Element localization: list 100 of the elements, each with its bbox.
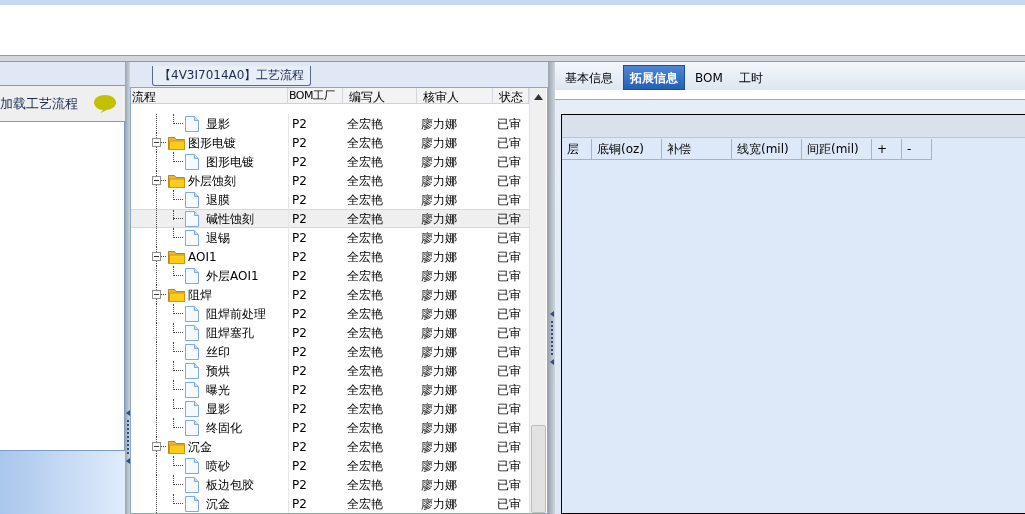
table-cell-text: 全宏艳 [346, 191, 384, 209]
table-cell-text: P2 [291, 495, 308, 513]
table-cell-text: P2 [291, 419, 308, 437]
table-cell-text: 全宏艳 [346, 229, 384, 247]
table-cell-text: P2 [291, 210, 308, 228]
tree-row[interactable]: 曝光 P2 全宏艳 廖力娜 已审 [131, 380, 529, 399]
table-cell-text: 廖力娜 [420, 210, 458, 228]
tree-row[interactable]: 沉金 P2 全宏艳 廖力娜 已审 [131, 494, 529, 513]
tree-row[interactable]: AOI1 P2 全宏艳 廖力娜 已审 [131, 247, 529, 266]
tree-row[interactable]: 板边包胶 P2 全宏艳 廖力娜 已审 [131, 475, 529, 494]
column-header[interactable]: 间距(mil) [802, 139, 872, 160]
table-cell-text: 全宏艳 [346, 362, 384, 380]
step-name: 显影 [206, 400, 230, 418]
tree-row[interactable]: 阻焊 P2 全宏艳 廖力娜 已审 [131, 285, 529, 304]
step-name: 外层蚀刻 [188, 172, 236, 190]
table-cell-text: 廖力娜 [420, 457, 458, 475]
column-header[interactable]: 底铜(oz) [592, 139, 662, 160]
tree-row[interactable]: 预烘 P2 全宏艳 廖力娜 已审 [131, 361, 529, 380]
tree-row[interactable]: 退锡 P2 全宏艳 廖力娜 已审 [131, 228, 529, 247]
tab[interactable]: BOM [689, 65, 729, 90]
column-header[interactable]: - [902, 139, 932, 160]
tree-row[interactable]: 图形电镀 P2 全宏艳 廖力娜 已审 [131, 152, 529, 171]
step-name: 终固化 [206, 419, 242, 437]
tab[interactable]: 拓展信息 [623, 65, 685, 90]
table-cell-text: 已审 [496, 267, 522, 285]
column-header[interactable]: + [872, 139, 902, 160]
table-cell-text: 廖力娜 [420, 191, 458, 209]
tree-row[interactable]: 沉金 P2 全宏艳 廖力娜 已审 [131, 437, 529, 456]
table-cell-text: P2 [291, 400, 308, 418]
step-name: 预烘 [206, 362, 230, 380]
table-cell-text: 廖力娜 [420, 476, 458, 494]
column-header[interactable]: 补偿 [662, 139, 732, 160]
table-cell-text: 廖力娜 [420, 324, 458, 342]
step-name: 碱性蚀刻 [206, 210, 254, 228]
column-header[interactable]: 核审人 [417, 88, 493, 103]
panel-title: 加载工艺流程 [0, 94, 78, 113]
table-cell-text: P2 [291, 172, 308, 190]
tree-row[interactable]: 显影 P2 全宏艳 廖力娜 已审 [131, 114, 529, 133]
table-cell-text: 全宏艳 [346, 267, 384, 285]
step-name: 曝光 [206, 381, 230, 399]
table-cell-text: 已审 [496, 343, 522, 361]
table-cell-text: P2 [291, 438, 308, 456]
table-cell-text: 全宏艳 [346, 286, 384, 304]
table-cell-text: 全宏艳 [346, 324, 384, 342]
table-cell-text: 廖力娜 [420, 115, 458, 133]
table-cell-text: 廖力娜 [420, 381, 458, 399]
tree-row[interactable]: 喷砂 P2 全宏艳 廖力娜 已审 [131, 456, 529, 475]
table-cell-text: 全宏艳 [346, 134, 384, 152]
table-cell-text: 廖力娜 [420, 229, 458, 247]
table-cell-text: 廖力娜 [420, 172, 458, 190]
table-cell-text: P2 [291, 286, 308, 304]
tab[interactable]: 工时 [732, 65, 769, 90]
table-cell-text: P2 [291, 248, 308, 266]
tree-row[interactable]: 外层蚀刻 P2 全宏艳 廖力娜 已审 [131, 171, 529, 190]
table-cell-text: 全宏艳 [346, 172, 384, 190]
table-cell-text: P2 [291, 134, 308, 152]
step-name: 退膜 [206, 191, 230, 209]
table-cell-text: 已审 [496, 495, 522, 513]
table-cell-text: 已审 [496, 400, 522, 418]
column-header[interactable]: 线宽(mil) [732, 139, 802, 160]
tab[interactable]: 基本信息 [559, 65, 619, 90]
column-header[interactable]: 层 [562, 139, 592, 160]
step-name: AOI1 [188, 248, 217, 266]
table-cell-text: P2 [291, 267, 308, 285]
column-header[interactable]: 编写人 [343, 88, 417, 103]
table-cell-text: 全宏艳 [346, 476, 384, 494]
tree-row[interactable]: 外层AOI1 P2 全宏艳 廖力娜 已审 [131, 266, 529, 285]
tree-row[interactable]: 阻焊塞孔 P2 全宏艳 廖力娜 已审 [131, 323, 529, 342]
table-cell-text: P2 [291, 381, 308, 399]
table-cell-text: 廖力娜 [420, 343, 458, 361]
tree-row[interactable]: 图形电镀 P2 全宏艳 廖力娜 已审 [131, 133, 529, 152]
table-cell-text: 已审 [496, 286, 522, 304]
step-name: 丝印 [206, 343, 230, 361]
table-cell-text: 全宏艳 [346, 457, 384, 475]
table-cell-text: 廖力娜 [420, 248, 458, 266]
table-cell-text: 已审 [496, 191, 522, 209]
tree-row[interactable]: 碱性蚀刻 P2 全宏艳 廖力娜 已审 [131, 209, 529, 228]
tree-row[interactable]: 终固化 P2 全宏艳 廖力娜 已审 [131, 418, 529, 437]
table-cell-text: 全宏艳 [346, 210, 384, 228]
step-name: 图形电镀 [188, 134, 236, 152]
step-name: 阻焊塞孔 [206, 324, 254, 342]
table-cell-text: 全宏艳 [346, 248, 384, 266]
table-cell-text: 全宏艳 [346, 343, 384, 361]
step-name: 沉金 [188, 438, 212, 456]
table-cell-text: P2 [291, 305, 308, 323]
tree-row[interactable]: 丝印 P2 全宏艳 廖力娜 已审 [131, 342, 529, 361]
table-cell-text: 已审 [496, 229, 522, 247]
tree-row[interactable]: 显影 P2 全宏艳 廖力娜 已审 [131, 399, 529, 418]
table-cell-text: 全宏艳 [346, 495, 384, 513]
table-cell-text: 全宏艳 [346, 115, 384, 133]
table-cell-text: 廖力娜 [420, 305, 458, 323]
column-header[interactable]: BOM工厂 [288, 88, 343, 103]
table-cell-text: 已审 [496, 476, 522, 494]
tree-row[interactable]: 阻焊前处理 P2 全宏艳 廖力娜 已审 [131, 304, 529, 323]
table-cell-text: 廖力娜 [420, 495, 458, 513]
table-cell-text: P2 [291, 362, 308, 380]
table-cell-text: 已审 [496, 248, 522, 266]
column-header[interactable]: 流程 [131, 88, 288, 103]
table-cell-text: P2 [291, 476, 308, 494]
table-cell-text: 廖力娜 [420, 153, 458, 171]
